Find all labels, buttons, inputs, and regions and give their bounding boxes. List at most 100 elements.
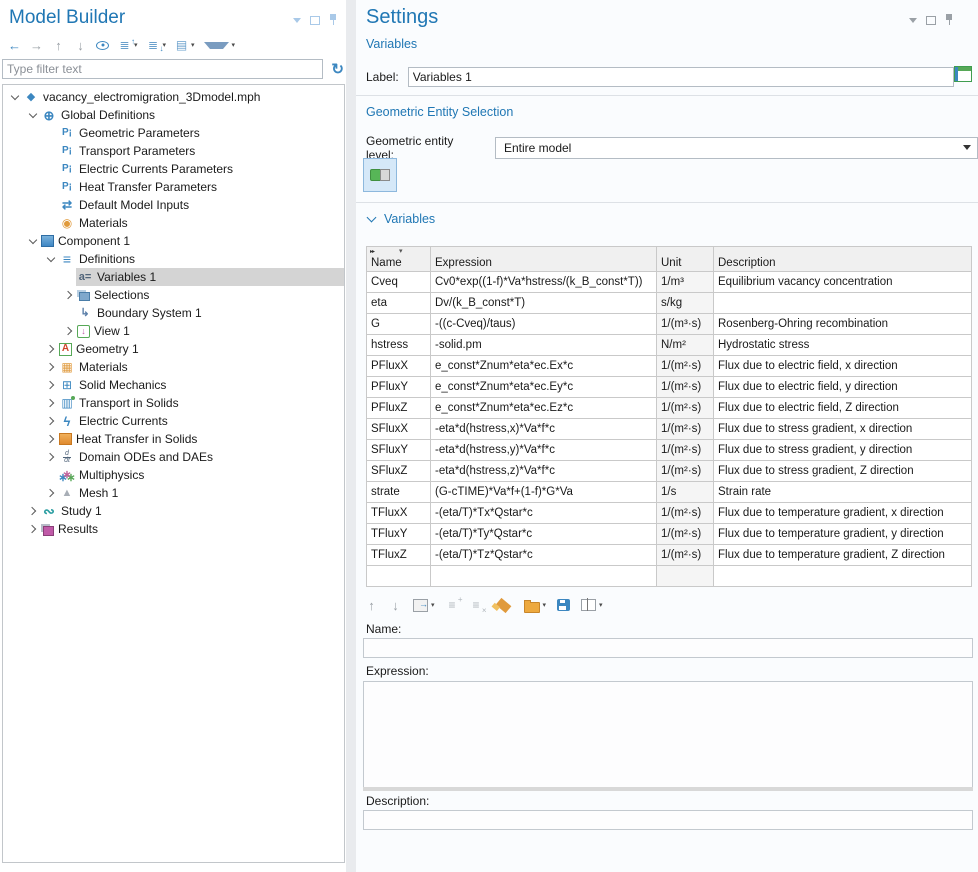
cell-unit[interactable]: N/m² [657,335,714,356]
tree-item-mph-file[interactable]: ◆vacancy_electromigration_3Dmodel.mph [3,88,344,106]
cell-name[interactable]: hstress [367,335,431,356]
tree-item-default-model-inputs[interactable]: ⇄Default Model Inputs [3,196,344,214]
cell-name[interactable]: eta [367,293,431,314]
cell-expression[interactable]: Cv0*exp((1-f)*Va*hstress/(k_B_const*T)) [431,272,657,293]
expand-chevron-icon[interactable] [45,379,58,392]
pin-panel-icon[interactable] [945,14,954,26]
cell-name[interactable]: G [367,314,431,335]
cell-description[interactable]: Flux due to electric field, y direction [714,377,972,398]
tree-item-domain-odes-and-daes[interactable]: Domain ODEs and DAEs [3,448,344,466]
sort-dropdown-icon[interactable]: ▾ [399,247,403,255]
expression-textarea[interactable] [363,681,973,789]
cell-name[interactable] [367,566,431,587]
move-to-table-icon[interactable] [413,599,428,612]
cell-name[interactable]: TFluxY [367,524,431,545]
expand-chevron-icon[interactable] [45,361,58,374]
cell-expression[interactable]: -eta*d(hstress,y)*Va*f*c [431,440,657,461]
cell-unit[interactable] [657,566,714,587]
collapse-chevron-icon[interactable] [27,109,40,122]
cell-description[interactable] [714,566,972,587]
cell-expression[interactable]: e_const*Znum*eta*ec.Ez*c [431,398,657,419]
expand-chevron-icon[interactable] [27,505,40,518]
tree-item-transport-parameters[interactable]: P¡Transport Parameters [3,142,344,160]
tree-item-variables-1[interactable]: a=Variables 1 [3,268,344,286]
tree-item-transport-in-solids[interactable]: ▥Transport in Solids [3,394,344,412]
model-tree-node-text-icon[interactable]: ▤ [175,38,188,52]
expand-chevron-icon[interactable] [45,433,58,446]
back-icon[interactable]: ← [8,38,21,52]
tree-item-geometric-parameters[interactable]: P¡Geometric Parameters [3,124,344,142]
tree-item-global-definitions[interactable]: ⊕Global Definitions [3,106,344,124]
column-header-unit[interactable]: Unit [657,247,714,272]
tree-item-definitions[interactable]: ≡Definitions [3,250,344,268]
tree-item-selections[interactable]: Selections [3,286,344,304]
cell-unit[interactable]: 1/(m²·s) [657,377,714,398]
tree-item-electric-currents-parameters[interactable]: P¡Electric Currents Parameters [3,160,344,178]
cell-description[interactable] [714,293,972,314]
cell-unit[interactable]: 1/m³ [657,272,714,293]
dropdown-arrow-icon[interactable]: ▾ [232,41,236,49]
cell-name[interactable]: SFluxX [367,419,431,440]
cell-description[interactable]: Hydrostatic stress [714,335,972,356]
dropdown-arrow-icon[interactable]: ▾ [543,601,547,609]
cell-description[interactable]: Flux due to temperature gradient, x dire… [714,503,972,524]
float-panel-icon[interactable] [310,16,320,25]
expand-chevron-icon[interactable] [45,487,58,500]
cell-expression[interactable]: (G-cTIME)*Va*f+(1-f)*G*Va [431,482,657,503]
cell-name[interactable]: PFluxX [367,356,431,377]
panel-menu-icon[interactable] [293,18,301,23]
expand-chevron-icon[interactable] [45,343,58,356]
delete-row-icon[interactable]: ≡ [470,598,483,612]
dropdown-arrow-icon[interactable]: ▾ [431,601,435,609]
cell-name[interactable]: TFluxZ [367,545,431,566]
panel-menu-icon[interactable] [909,18,917,23]
cell-expression[interactable]: -(eta/T)*Tx*Qstar*c [431,503,657,524]
variable-table-icon[interactable] [954,66,972,82]
geometric-entity-level-select[interactable]: Entire model [495,137,978,159]
cell-expression[interactable]: -(eta/T)*Tz*Qstar*c [431,545,657,566]
cell-unit[interactable]: 1/(m³·s) [657,314,714,335]
tree-item-materials-global[interactable]: ◉Materials [3,214,344,232]
variables-section-header[interactable]: Variables [366,212,435,226]
cell-unit[interactable]: 1/(m²·s) [657,419,714,440]
description-input[interactable] [363,810,973,830]
cell-unit[interactable]: 1/(m²·s) [657,524,714,545]
expand-chevron-icon[interactable] [45,397,58,410]
resize-handle[interactable] [363,787,973,791]
save-icon[interactable] [557,599,570,611]
show-icon[interactable] [96,41,109,50]
cell-description[interactable]: Flux due to temperature gradient, Z dire… [714,545,972,566]
collapse-chevron-icon[interactable] [9,91,22,104]
cell-expression[interactable]: -(eta/T)*Ty*Qstar*c [431,524,657,545]
load-file-icon[interactable] [524,602,540,613]
cell-name[interactable]: PFluxZ [367,398,431,419]
tree-item-solid-mechanics[interactable]: ⊞Solid Mechanics [3,376,344,394]
float-panel-icon[interactable] [926,16,936,25]
tree-item-heat-transfer-parameters[interactable]: P¡Heat Transfer Parameters [3,178,344,196]
sort-icon[interactable]: ▸▸ [370,248,374,255]
tree-item-results[interactable]: Results [3,520,344,538]
cell-expression[interactable]: e_const*Znum*eta*ec.Ey*c [431,377,657,398]
cell-expression[interactable]: e_const*Znum*eta*ec.Ex*c [431,356,657,377]
cell-expression[interactable]: -solid.pm [431,335,657,356]
cell-expression[interactable]: Dv/(k_B_const*T) [431,293,657,314]
dropdown-arrow-icon[interactable]: ▾ [599,601,603,609]
cell-description[interactable]: Strain rate [714,482,972,503]
tree-item-study-1[interactable]: ∾Study 1 [3,502,344,520]
expand-all-icon[interactable]: ≣ [118,38,131,52]
expand-chevron-icon[interactable] [27,523,40,536]
cell-unit[interactable]: 1/(m²·s) [657,461,714,482]
cell-description[interactable]: Flux due to electric field, Z direction [714,398,972,419]
filter-input[interactable] [2,59,323,79]
expand-chevron-icon[interactable] [63,289,76,302]
tree-item-geometry-1[interactable]: AGeometry 1 [3,340,344,358]
row-down-icon[interactable]: ↓ [389,598,402,612]
forward-icon[interactable]: → [30,38,43,52]
expand-chevron-icon[interactable] [45,415,58,428]
cell-name[interactable]: TFluxX [367,503,431,524]
tree-item-heat-transfer-in-solids[interactable]: Heat Transfer in Solids [3,430,344,448]
name-input[interactable] [363,638,973,658]
cell-name[interactable]: strate [367,482,431,503]
cell-unit[interactable]: 1/(m²·s) [657,545,714,566]
tree-item-boundary-system-1[interactable]: ↳Boundary System 1 [3,304,344,322]
